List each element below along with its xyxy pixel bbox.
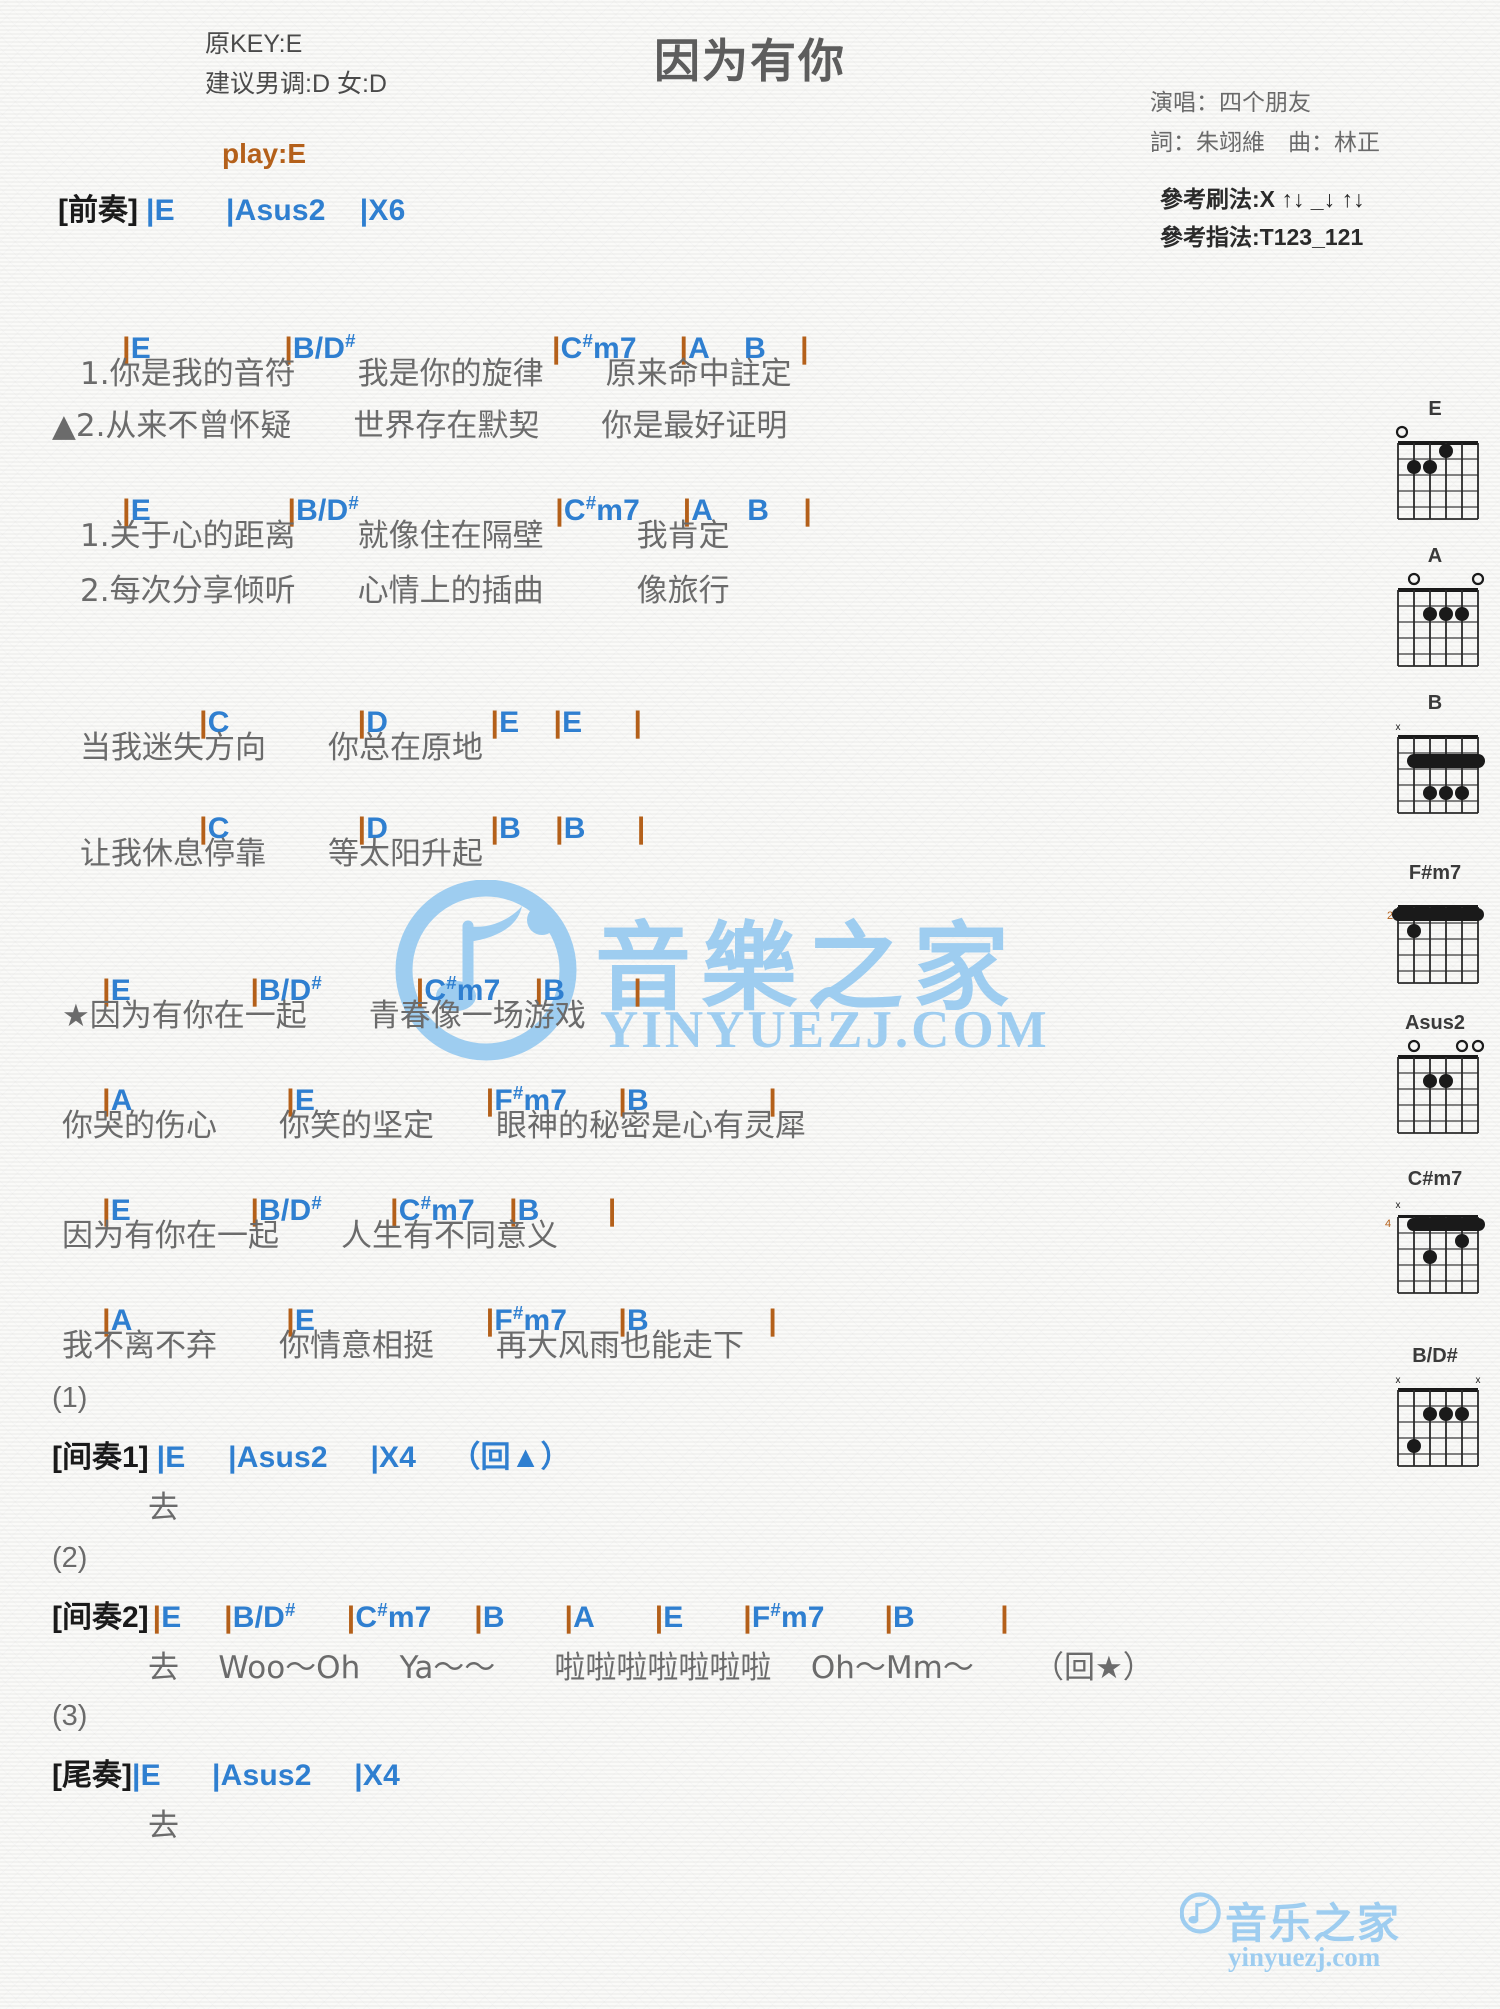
chord-diagram-grid: 2 [1387,905,1484,984]
chord-diagram-grid [1397,1039,1485,1134]
chord-diagram-title: B/D# [1412,1345,1458,1367]
interlude2-number: (2) [52,1542,88,1574]
chorus-lyric-3: 因为有你在一起 人生有不同意义 [62,1218,558,1254]
chord-diagram-E: E [1370,398,1500,528]
chord-diagram-title: F#m7 [1408,862,1462,884]
svg-text:x: x [1476,1375,1481,1386]
section-interlude2: [间奏2] |E |B/D# |C#m7 |B |A |E |F#m7 |B | [52,1592,1009,1636]
chord-diagram-grid: x 4 [1385,1200,1485,1294]
outro-number: (3) [52,1700,88,1732]
verse2-lyric-2: 2.每次分享倾听 心情上的插曲 像旅行 [80,573,730,609]
credits-block: 演唱：四个朋友 詞：朱翊維 曲：林正 [1150,82,1380,162]
fret-position-label: 4 [1385,1218,1391,1230]
interlude2-tag: [间奏2] [52,1601,149,1634]
interlude1-chords: |E |Asus2 |X4 （回▲） [156,1441,571,1474]
play-key: play:E [222,138,307,169]
chord-diagram-grid [1397,572,1485,667]
watermark-center-text: 音樂之家 [595,912,1019,1024]
section-outro: [尾奏]|E |Asus2 |X4 [52,1750,400,1794]
fret-position-label: 2 [1387,910,1393,922]
interlude1-number: (1) [52,1382,88,1414]
verse2-lyric-1: 1.关于心的距离 就像住在隔壁 我肯定 [80,518,730,554]
chord-diagram-B-over-Dsharp: B/D# x x [1370,1345,1500,1475]
chord-diagram-A: A [1370,545,1500,675]
outro-chords: |E |Asus2 |X4 [131,1759,400,1792]
watermark-bottom: 音乐之家 yinyuezj.com [1180,1890,1440,1990]
chord-diagram-Fsharp-m7: F#m7 2 [1370,862,1500,992]
chord-diagram-Csharp-m7: C#m7 x 4 [1370,1168,1500,1303]
chord-diagram-title: C#m7 [1407,1168,1463,1190]
svg-text:x: x [1396,722,1401,733]
chord-diagram-title: A [1427,545,1443,567]
chord-sheet: 原KEY:E 建议男调:D 女:D play:E 因为有你 演唱：四个朋友 詞：… [0,0,1500,2009]
chord-diagram-grid: x [1396,722,1485,814]
chord-diagram-Asus2: Asus2 [1370,1012,1500,1142]
prechorus-lyric-1: 当我迷失方向 你总在原地 [80,730,483,766]
lyricist-composer: 詞：朱翊維 曲：林正 [1150,129,1380,155]
chord-diagram-title: B [1427,692,1443,714]
interlude2-chords: |E |B/D# |C#m7 |B |A |E |F#m7 |B | [152,1599,1009,1634]
pattern-block: 參考刷法:X ↑↓ _↓ ↑↓ 參考指法:T123_121 [1160,180,1364,256]
section-intro: [前奏] |E |Asus2 |X6 [58,185,405,229]
chord-diagram-grid [1395,425,1479,520]
singer: 演唱：四个朋友 [1150,89,1311,115]
svg-text:x: x [1396,1375,1401,1386]
chorus-lyric-4: 我不离不弃 你情意相挺 再大风雨也能走下 [62,1328,744,1364]
finger-pattern: 參考指法:T123_121 [1160,224,1364,250]
strum-pattern: 參考刷法:X ↑↓ _↓ ↑↓ [1160,186,1365,212]
chord-diagram-grid: x x [1396,1375,1481,1467]
section-interlude1: [间奏1] |E |Asus2 |X4 （回▲） [52,1432,571,1476]
svg-text:x: x [1396,1200,1401,1211]
interlude1-lyric: 去 [148,1490,179,1526]
interlude2-lyric: 去 Woo～Oh Ya～～ 啦啦啦啦啦啦啦 Oh～Mm～ （回★） [148,1650,1154,1686]
watermark-bottom-sub: yinyuezj.com [1228,1942,1381,1972]
outro-lyric: 去 [148,1808,179,1844]
intro-chords: |E |Asus2 |X6 [145,194,406,227]
chord-diagram-title: E [1428,398,1442,420]
chord-diagram-title: Asus2 [1404,1012,1466,1034]
verse1-lyric-2: ▲2.从来不曾怀疑 世界存在默契 你是最好证明 [52,408,788,444]
chord-diagram-B: B x [1370,692,1500,822]
intro-tag: [前奏] [58,194,138,227]
verse1-lyric-1: 1.你是我的音符 我是你的旋律 原来命中註定 [80,356,792,392]
outro-tag: [尾奏] [52,1759,132,1792]
prechorus-lyric-2: 让我休息停靠 等太阳升起 [80,836,483,872]
chorus-lyric-2: 你哭的伤心 你笑的坚定 眼神的秘密是心有灵犀 [62,1108,806,1144]
chorus-lyric-1: ★因为有你在一起 青春像一场游戏 [62,998,586,1034]
music-note-watermark-bottom-icon [1180,1892,1221,1934]
interlude1-tag: [间奏1] [52,1441,149,1474]
